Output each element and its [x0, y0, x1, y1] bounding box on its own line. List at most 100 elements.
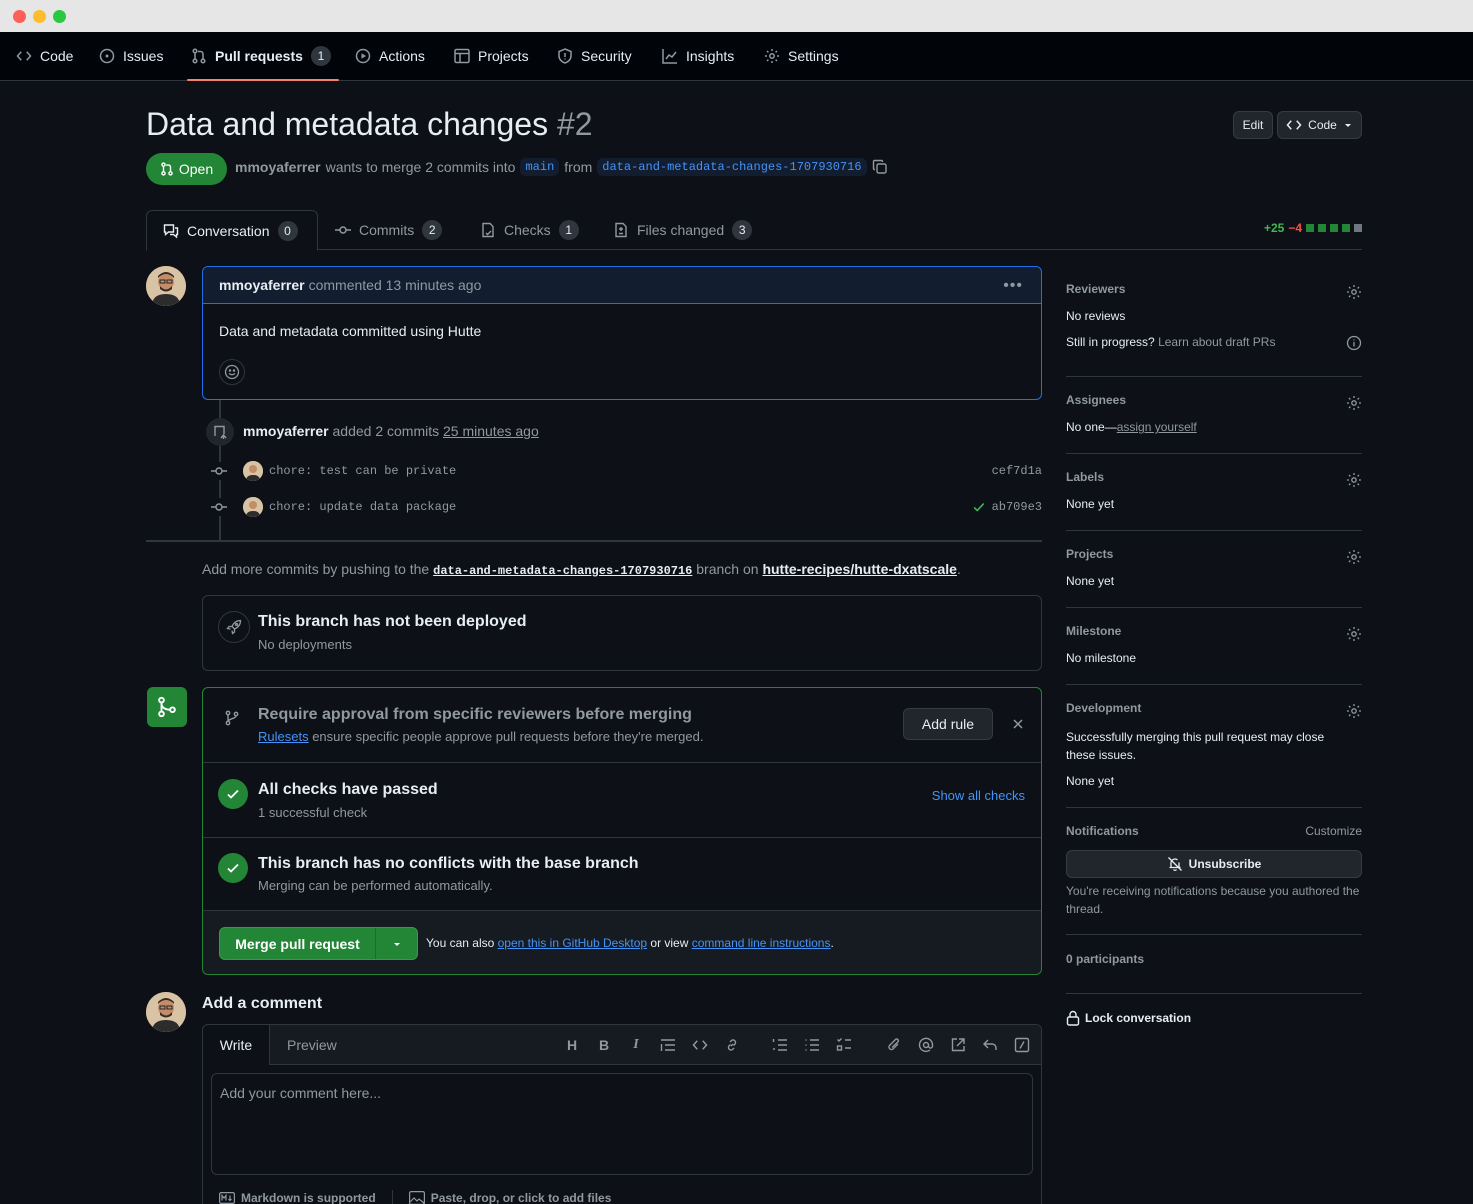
- avatar[interactable]: [243, 497, 263, 517]
- add-rule-button[interactable]: Add rule: [903, 708, 993, 740]
- assign-yourself-link[interactable]: assign yourself: [1117, 420, 1197, 434]
- merge-button-main[interactable]: Merge pull request: [220, 928, 376, 959]
- tab-commits-label: Commits: [359, 222, 415, 238]
- tab-checks[interactable]: Checks 1: [480, 210, 579, 250]
- timeline-event-text: mmoyaferrer added 2 commits 25 minutes a…: [243, 423, 539, 439]
- mention-icon[interactable]: [917, 1036, 935, 1054]
- unordered-list-icon[interactable]: [803, 1036, 821, 1054]
- avatar[interactable]: [146, 266, 186, 306]
- user-avatar-image: [146, 266, 186, 306]
- diffstat-block: [1330, 224, 1338, 232]
- cross-reference-icon[interactable]: [949, 1036, 967, 1054]
- nav-settings[interactable]: Settings: [764, 32, 839, 80]
- tab-preview[interactable]: Preview: [287, 1025, 337, 1065]
- push-hint-repo[interactable]: hutte-recipes/hutte-dxatscale: [762, 561, 957, 577]
- gear-icon[interactable]: [1346, 703, 1362, 719]
- tab-write[interactable]: Write: [203, 1025, 270, 1065]
- close-window-button[interactable]: [13, 10, 26, 23]
- commit-message[interactable]: chore: update data package: [269, 500, 456, 514]
- comment-author[interactable]: mmoyaferrer: [219, 277, 305, 293]
- merge-options-button[interactable]: [376, 939, 417, 949]
- gear-icon[interactable]: [1346, 472, 1362, 488]
- add-reaction-button[interactable]: [219, 359, 245, 385]
- command-line-instructions-link[interactable]: command line instructions: [692, 936, 831, 950]
- show-all-checks-link[interactable]: Show all checks: [932, 788, 1025, 803]
- code-icon: [1286, 120, 1302, 130]
- ruleset-desc: ensure specific people approve pull requ…: [312, 729, 704, 744]
- lock-icon: [1066, 1010, 1080, 1026]
- draft-link[interactable]: Learn about draft PRs: [1158, 335, 1275, 349]
- tab-files-changed-label: Files changed: [637, 222, 725, 238]
- gear-icon[interactable]: [1346, 626, 1362, 642]
- bold-icon[interactable]: B: [595, 1036, 613, 1054]
- gear-icon[interactable]: [1346, 284, 1362, 300]
- tab-conversation[interactable]: Conversation 0: [146, 210, 318, 251]
- nav-issues[interactable]: Issues: [99, 32, 163, 80]
- additions-count: +25: [1263, 221, 1285, 235]
- pr-author-link[interactable]: mmoyaferrer: [235, 159, 321, 175]
- commits-count: 2: [422, 220, 443, 240]
- avatar[interactable]: [146, 992, 186, 1032]
- comment-textarea[interactable]: Add your comment here...: [211, 1073, 1033, 1175]
- nav-insights[interactable]: Insights: [662, 32, 734, 80]
- nav-insights-label: Insights: [686, 48, 735, 64]
- nav-projects[interactable]: Projects: [454, 32, 529, 80]
- markdown-supported[interactable]: Markdown is supported: [241, 1191, 376, 1204]
- minimize-window-button[interactable]: [33, 10, 46, 23]
- sidebar-milestone: Milestone No milestone: [1066, 624, 1362, 674]
- quote-icon[interactable]: [659, 1036, 677, 1054]
- zoom-window-button[interactable]: [53, 10, 66, 23]
- close-icon[interactable]: [1012, 718, 1024, 730]
- rulesets-link[interactable]: Rulesets: [258, 729, 309, 744]
- commit-message[interactable]: chore: test can be private: [269, 464, 456, 478]
- list-item: chore: test can be private cef7d1a: [210, 461, 1042, 481]
- tab-files-changed[interactable]: Files changed 3: [613, 210, 753, 250]
- edit-button[interactable]: Edit: [1233, 111, 1273, 139]
- merge-text: wants to merge 2 commits into: [325, 159, 516, 175]
- timeline-time[interactable]: 25 minutes ago: [443, 423, 539, 439]
- pr-number: #2: [556, 106, 593, 142]
- nav-pull-requests[interactable]: Pull requests 1: [187, 32, 339, 81]
- code-icon[interactable]: [691, 1036, 709, 1054]
- attach-files[interactable]: Paste, drop, or click to add files: [431, 1191, 612, 1204]
- nav-code[interactable]: Code: [16, 32, 73, 80]
- avatar[interactable]: [243, 461, 263, 481]
- commit-sha[interactable]: cef7d1a: [992, 464, 1042, 478]
- check-icon[interactable]: [972, 500, 986, 514]
- checks-subtitle: 1 successful check: [258, 805, 368, 820]
- nav-actions[interactable]: Actions: [355, 32, 425, 80]
- merge-pull-request-button[interactable]: Merge pull request: [219, 927, 418, 960]
- link-icon[interactable]: [723, 1036, 741, 1054]
- slash-command-icon[interactable]: [1013, 1036, 1031, 1054]
- open-in-desktop-link[interactable]: open this in GitHub Desktop: [498, 936, 647, 950]
- push-hint-branch[interactable]: data-and-metadata-changes-1707930716: [433, 564, 692, 578]
- heading-icon[interactable]: H: [563, 1036, 581, 1054]
- nav-security[interactable]: Security: [557, 32, 632, 80]
- sidebar-reviewers: Reviewers No reviews Still in progress? …: [1066, 282, 1362, 362]
- head-branch[interactable]: data-and-metadata-changes-1707930716: [597, 158, 867, 176]
- task-list-icon[interactable]: [835, 1036, 853, 1054]
- sidebar-divider: [1066, 934, 1362, 935]
- ordered-list-icon[interactable]: [771, 1036, 789, 1054]
- commit-sha[interactable]: ab709e3: [972, 500, 1042, 514]
- code-label: Code: [1308, 118, 1337, 132]
- tab-commits[interactable]: Commits 2: [335, 210, 443, 250]
- copy-icon[interactable]: [872, 159, 888, 175]
- sidebar-notifications: Notifications Customize: [1066, 824, 1362, 844]
- sidebar-divider: [1066, 807, 1362, 808]
- checklist-icon: [482, 222, 494, 238]
- timeline-author[interactable]: mmoyaferrer: [243, 423, 329, 439]
- gear-icon[interactable]: [1346, 395, 1362, 411]
- reply-icon[interactable]: [981, 1036, 999, 1054]
- markdown-icon: [219, 1192, 235, 1204]
- lock-conversation-button[interactable]: Lock conversation: [1066, 1010, 1362, 1026]
- gear-icon[interactable]: [1346, 549, 1362, 565]
- paperclip-icon[interactable]: [885, 1036, 903, 1054]
- kebab-menu-icon[interactable]: •••: [1003, 277, 1023, 295]
- italic-icon[interactable]: I: [627, 1036, 645, 1054]
- base-branch[interactable]: main: [520, 158, 560, 176]
- unsubscribe-button[interactable]: Unsubscribe: [1066, 850, 1362, 878]
- code-dropdown-button[interactable]: Code: [1277, 111, 1362, 139]
- info-icon[interactable]: [1346, 335, 1362, 351]
- customize-link[interactable]: Customize: [1305, 824, 1362, 838]
